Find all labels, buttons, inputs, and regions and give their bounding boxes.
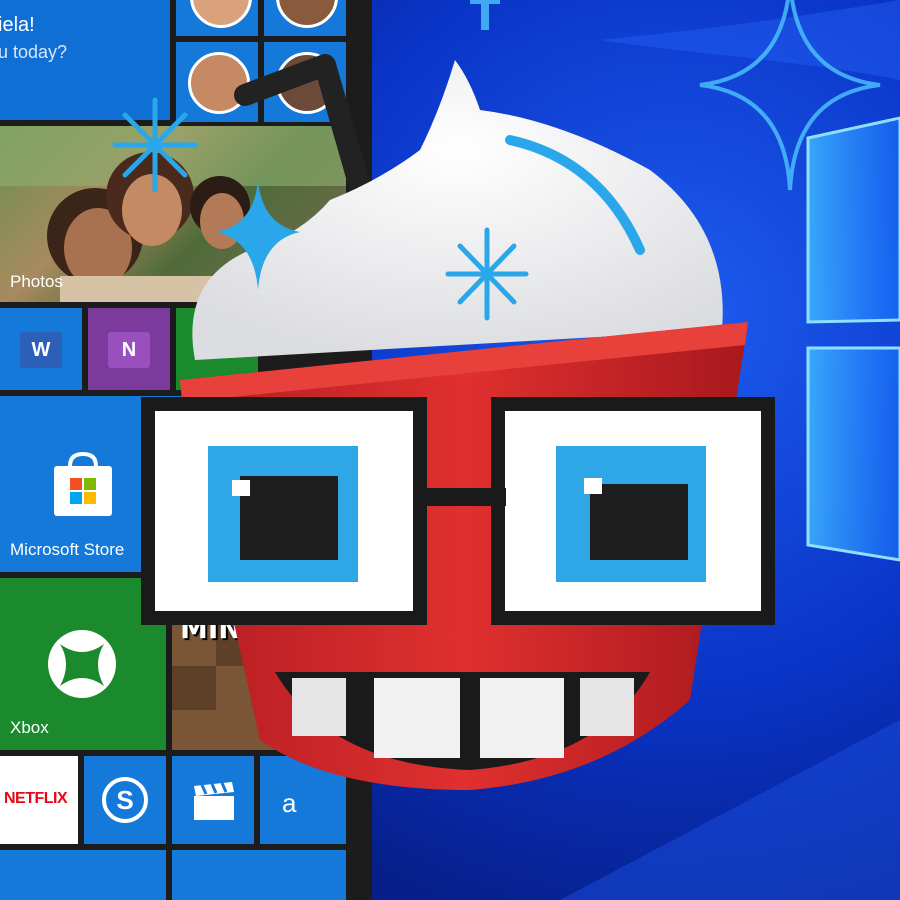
translator-glyph: a bbox=[282, 788, 297, 818]
person-avatar-icon bbox=[276, 52, 338, 114]
xbox-tile[interactable]: Xbox bbox=[0, 578, 166, 750]
movies-tile[interactable] bbox=[172, 756, 254, 844]
greeting-tile[interactable]: iela! u today? bbox=[0, 0, 170, 120]
contact-tile-2[interactable] bbox=[264, 0, 346, 36]
contact-tile-1[interactable] bbox=[176, 0, 258, 36]
contact-tile-3[interactable] bbox=[176, 42, 258, 122]
translator-icon: a bbox=[282, 788, 322, 820]
greeting-line-2: u today? bbox=[0, 42, 68, 62]
start-menu-panel: iela! u today? Photos W N Microsoft Stor… bbox=[0, 0, 372, 900]
store-tile[interactable]: Microsoft Store bbox=[0, 396, 346, 572]
minecraft-tile-label: MINE bbox=[180, 612, 261, 645]
netflix-tile[interactable]: NETFLIX bbox=[0, 756, 78, 844]
onenote-icon: N bbox=[108, 332, 150, 368]
onenote-tile[interactable]: N bbox=[88, 308, 170, 390]
word-tile[interactable]: W bbox=[0, 308, 82, 390]
store-tile-label: Microsoft Store bbox=[10, 540, 125, 559]
onenote-glyph: N bbox=[121, 338, 137, 361]
xbox-tile-label: Xbox bbox=[10, 718, 49, 737]
skype-tile[interactable]: S bbox=[84, 756, 166, 844]
word-icon: W bbox=[20, 332, 62, 368]
person-avatar-icon bbox=[276, 0, 338, 28]
svg-text:S: S bbox=[116, 785, 133, 815]
photos-tile-label: Photos bbox=[10, 272, 63, 291]
movies-clapper-icon bbox=[194, 782, 234, 820]
xbox-logo-icon bbox=[48, 630, 116, 698]
netflix-logo-text: NETFLIX bbox=[4, 790, 68, 807]
minecraft-tile[interactable]: MINE bbox=[172, 578, 346, 750]
bottom-tile-1[interactable] bbox=[0, 850, 166, 900]
person-avatar-icon bbox=[190, 0, 252, 28]
greeting-line-1: iela! bbox=[0, 14, 35, 36]
skype-icon: S bbox=[102, 777, 148, 823]
minecraft-art bbox=[172, 578, 346, 750]
translator-tile[interactable]: a bbox=[260, 756, 346, 844]
bottom-tile-2[interactable] bbox=[172, 850, 346, 900]
store-bag-icon bbox=[54, 451, 112, 516]
photos-tile[interactable]: Photos bbox=[0, 126, 346, 302]
person-avatar-icon bbox=[188, 52, 250, 114]
contact-tile-4[interactable] bbox=[264, 42, 346, 122]
word-glyph: W bbox=[31, 338, 51, 361]
green-app-tile[interactable] bbox=[176, 308, 258, 390]
